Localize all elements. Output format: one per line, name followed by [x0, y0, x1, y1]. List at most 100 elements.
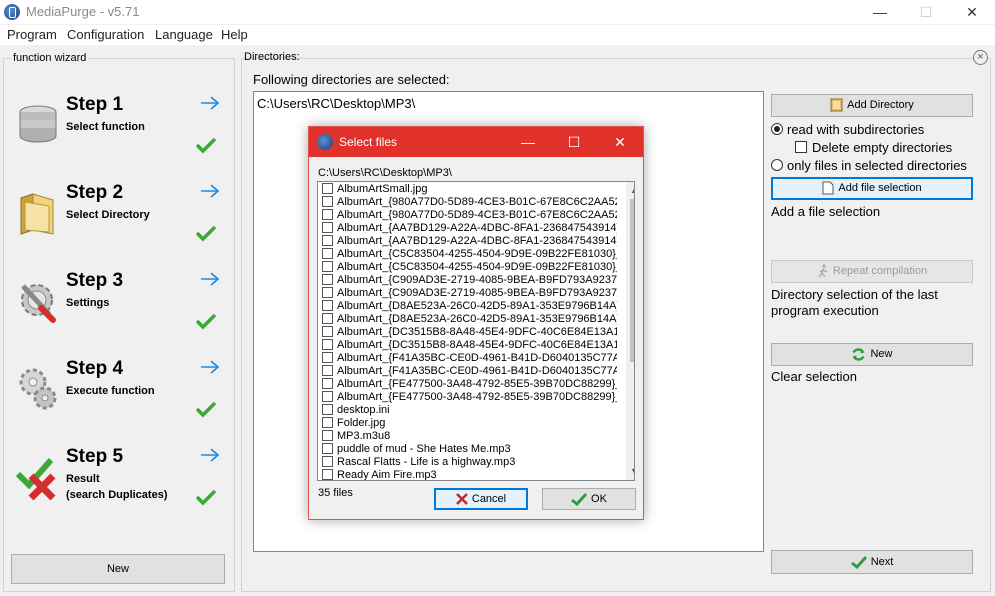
file-checkbox[interactable] [322, 456, 333, 467]
wizard-step-2[interactable]: Step 2 Select Directory [11, 182, 227, 262]
clear-selection-description: Clear selection [771, 369, 857, 384]
file-list-item[interactable]: AlbumArt_{AA7BD129-A22A-4DBC-8FA1-236847… [322, 235, 617, 248]
repeat-compilation-button[interactable]: Repeat compilation [771, 260, 973, 283]
wizard-new-button[interactable]: New [11, 554, 225, 584]
file-checkbox[interactable] [322, 287, 333, 298]
file-name: AlbumArt_{FE477500-3A48-4792-85E5-39B70D… [337, 378, 617, 390]
file-checkbox[interactable] [322, 196, 333, 207]
file-checkbox[interactable] [322, 274, 333, 285]
file-checkbox[interactable] [322, 248, 333, 259]
file-count: 35 files [318, 487, 353, 499]
file-list-item[interactable]: AlbumArt_{C5C83504-4255-4504-9D9E-09B22F… [322, 248, 617, 261]
file-list-item[interactable]: MP3.m3u8 [322, 430, 617, 443]
file-list-item[interactable]: AlbumArt_{D8AE523A-26C0-42D5-89A1-353E97… [322, 313, 617, 326]
next-label: Next [870, 556, 894, 568]
file-list-item[interactable]: puddle of mud - She Hates Me.mp3 [322, 443, 617, 456]
file-checkbox[interactable] [322, 430, 333, 441]
scroll-up-icon[interactable]: ▲ [626, 182, 634, 199]
next-button[interactable]: Next [771, 550, 973, 574]
ok-button[interactable]: OK [542, 488, 636, 510]
add-directory-button[interactable]: Add Directory [771, 94, 973, 117]
only-files-radio[interactable] [771, 159, 783, 171]
dialog-close-button[interactable]: ✕ [597, 127, 643, 157]
file-checkbox[interactable] [322, 339, 333, 350]
file-name: AlbumArt_{D8AE523A-26C0-42D5-89A1-353E97… [337, 300, 617, 312]
file-checkbox[interactable] [322, 183, 333, 194]
file-checkbox[interactable] [322, 404, 333, 415]
file-list-item[interactable]: Rascal Flatts - Life is a highway.mp3 [322, 456, 617, 469]
file-checkbox[interactable] [322, 417, 333, 428]
file-checkbox[interactable] [322, 326, 333, 337]
file-checkbox[interactable] [322, 261, 333, 272]
file-checkbox[interactable] [322, 365, 333, 376]
menu-program[interactable]: Program [7, 27, 57, 42]
file-checkbox[interactable] [322, 313, 333, 324]
file-checkbox[interactable] [322, 209, 333, 220]
wizard-step-4[interactable]: Step 4 Execute function [11, 358, 227, 438]
file-name: AlbumArt_{AA7BD129-A22A-4DBC-8FA1-236847… [337, 222, 617, 234]
add-file-selection-button[interactable]: Add file selection [771, 177, 973, 200]
window-title: MediaPurge - v5.71 [26, 4, 140, 19]
file-checkbox[interactable] [322, 378, 333, 389]
file-list-item[interactable]: AlbumArt_{DC3515B8-8A48-45E4-9DFC-40C6E8… [322, 339, 617, 352]
file-list-item[interactable]: AlbumArt_{C909AD3E-2719-4085-9BEA-B9FD79… [322, 287, 617, 300]
file-list-scrollbar[interactable]: ▲ ▼ [626, 182, 634, 480]
dialog-minimize-button[interactable]: — [505, 127, 551, 157]
wizard-step-3[interactable]: Step 3 Settings [11, 270, 227, 350]
new-selection-button[interactable]: New [771, 343, 973, 366]
close-panel-icon[interactable]: × [973, 50, 988, 65]
directory-entry[interactable]: C:\Users\RC\Desktop\MP3\ [257, 96, 415, 111]
file-list-item[interactable]: Ready Aim Fire.mp3 [322, 469, 617, 480]
delete-empty-checkbox[interactable] [795, 141, 807, 153]
wrench-gear-icon [21, 284, 56, 323]
file-checkbox[interactable] [322, 391, 333, 402]
read-subdirectories-radio[interactable] [771, 123, 783, 135]
add-directory-label: Add Directory [847, 99, 914, 111]
wizard-step-1[interactable]: Step 1 Select function [11, 94, 227, 174]
scroll-down-icon[interactable]: ▼ [626, 463, 634, 480]
file-checklist[interactable]: Ready Aim Fire.mp3 Rascal Flatts - Life i… [317, 181, 635, 481]
file-name: AlbumArt_{C909AD3E-2719-4085-9BEA-B9FD79… [337, 274, 617, 286]
file-list-item[interactable]: desktop.ini [322, 404, 617, 417]
file-checkbox[interactable] [322, 443, 333, 454]
step-title: Step 2 [66, 182, 124, 203]
file-list-item[interactable]: AlbumArt_{AA7BD129-A22A-4DBC-8FA1-236847… [322, 222, 617, 235]
title-bar: MediaPurge - v5.71 — ☐ ✕ [0, 0, 995, 24]
file-checkbox[interactable] [322, 300, 333, 311]
cancel-button[interactable]: Cancel [434, 488, 528, 510]
file-checkbox[interactable] [322, 222, 333, 233]
file-list-item[interactable]: AlbumArt_{DC3515B8-8A48-45E4-9DFC-40C6E8… [322, 326, 617, 339]
wizard-step-5[interactable]: Step 5 Result (search Duplicates) [11, 446, 227, 526]
close-button[interactable]: ✕ [949, 0, 995, 24]
file-checkbox[interactable] [322, 235, 333, 246]
folder-add-icon [830, 98, 843, 112]
file-list-item[interactable]: AlbumArt_{980A77D0-5D89-4CE3-B01C-67E8C6… [322, 196, 617, 209]
checkmark-icon [195, 137, 217, 154]
file-list-item[interactable]: AlbumArt_{F41A35BC-CE0D-4961-B41D-D60401… [322, 352, 617, 365]
menu-language[interactable]: Language [155, 27, 213, 42]
file-list-item[interactable]: AlbumArt_{C909AD3E-2719-4085-9BEA-B9FD79… [322, 274, 617, 287]
file-checkbox[interactable] [322, 352, 333, 363]
file-name: AlbumArt_{F41A35BC-CE0D-4961-B41D-D60401… [337, 352, 617, 364]
menu-configuration[interactable]: Configuration [67, 27, 144, 42]
menu-help[interactable]: Help [221, 27, 248, 42]
file-list-item[interactable]: AlbumArt_{FE477500-3A48-4792-85E5-39B70D… [322, 391, 617, 404]
dialog-maximize-button[interactable]: ☐ [551, 127, 597, 157]
file-list-item[interactable]: AlbumArt_{980A77D0-5D89-4CE3-B01C-67E8C6… [322, 209, 617, 222]
dialog-title: Select files [339, 135, 398, 149]
walking-person-icon [818, 264, 828, 278]
file-checkbox[interactable] [322, 469, 333, 480]
file-list-item[interactable]: AlbumArt_{F41A35BC-CE0D-4961-B41D-D60401… [322, 365, 617, 378]
file-list-item[interactable]: Folder.jpg [322, 417, 617, 430]
arrow-right-icon [201, 448, 220, 462]
file-list-item[interactable]: AlbumArt_{D8AE523A-26C0-42D5-89A1-353E97… [322, 300, 617, 313]
file-list-item[interactable]: AlbumArt_{C5C83504-4255-4504-9D9E-09B22F… [322, 261, 617, 274]
minimize-button[interactable]: — [857, 0, 903, 24]
file-list-item[interactable]: AlbumArt_{FE477500-3A48-4792-85E5-39B70D… [322, 378, 617, 391]
scroll-thumb[interactable] [630, 199, 634, 362]
file-list-item[interactable]: AlbumArtSmall.jpg [322, 183, 617, 196]
maximize-button[interactable]: ☐ [903, 0, 949, 24]
step-subtitle-line2: (search Duplicates) [66, 489, 168, 501]
new-selection-label: New [870, 348, 893, 360]
ok-label: OK [591, 493, 607, 505]
